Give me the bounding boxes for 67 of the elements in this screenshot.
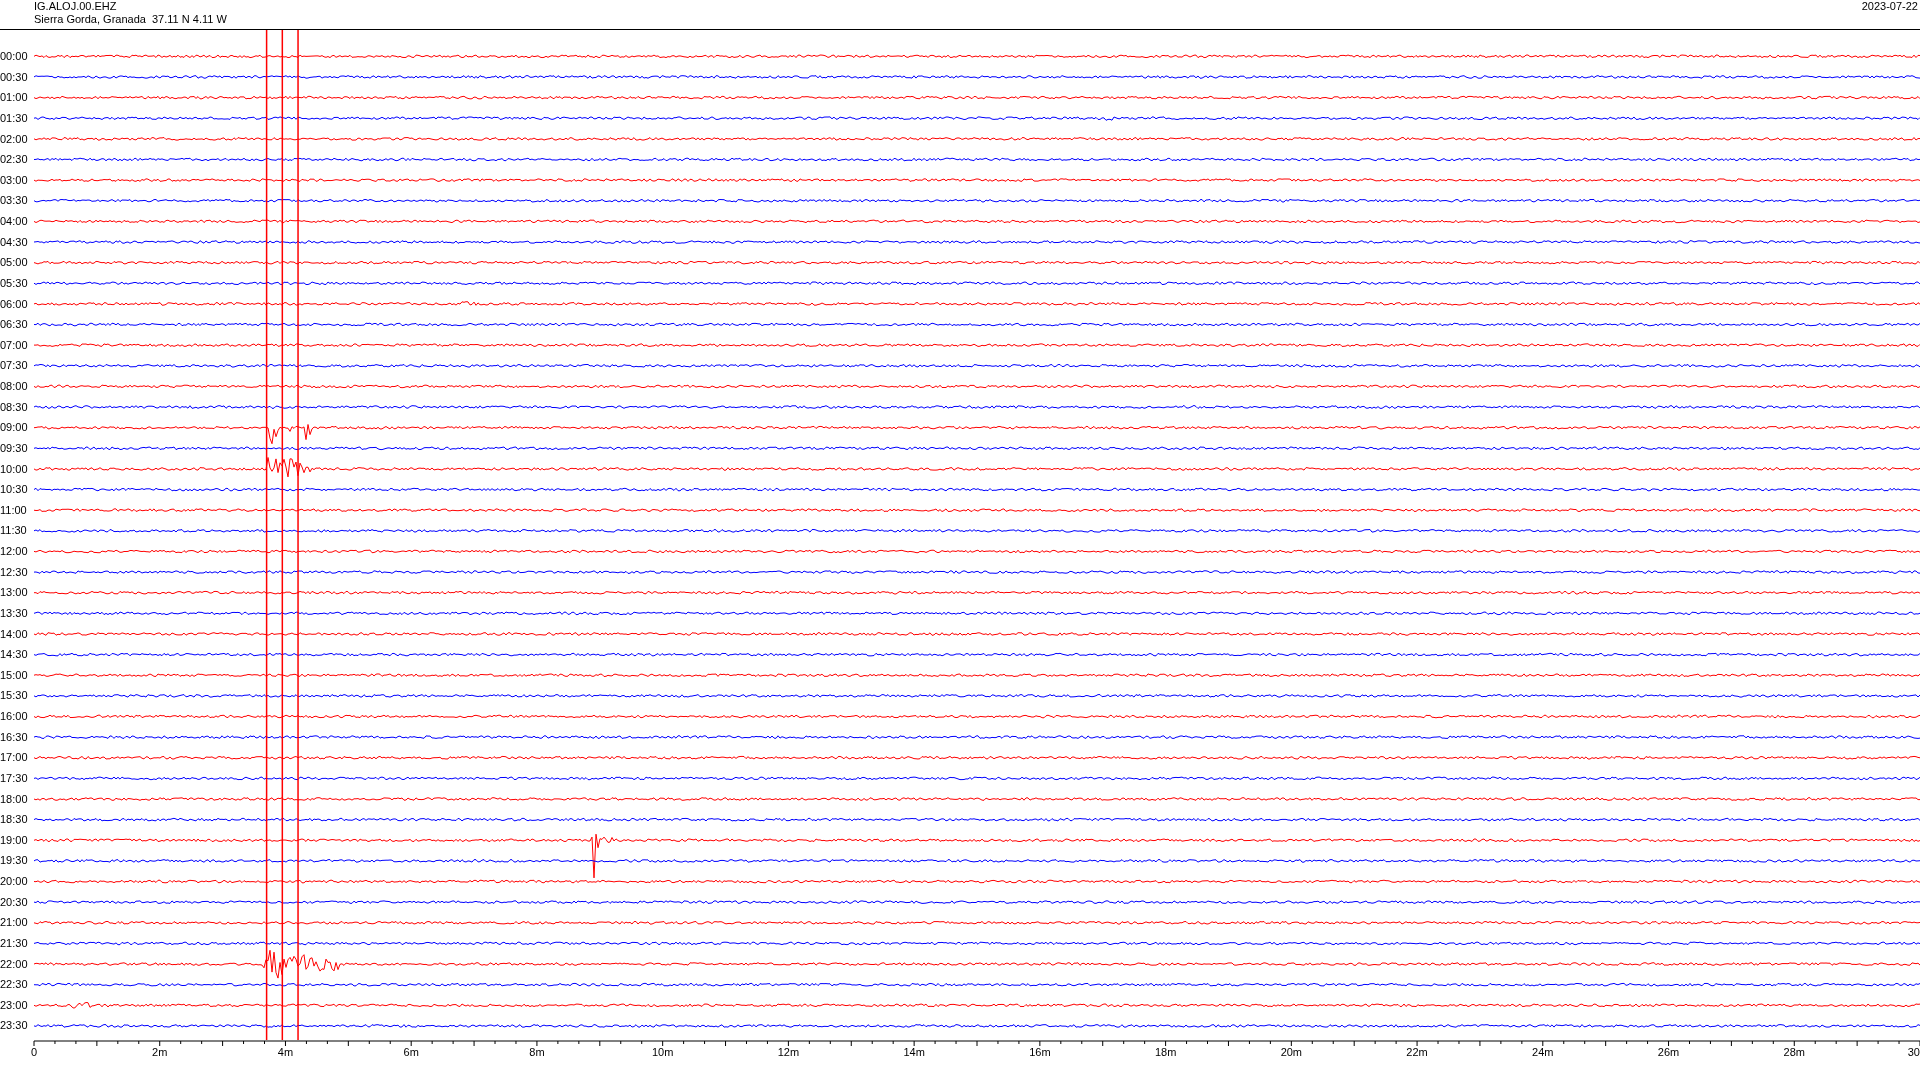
axis-tick-label: 20m: [1280, 1046, 1303, 1058]
plot-date: 2023-07-22: [1861, 0, 1918, 12]
time-label: 22:30: [0, 977, 29, 993]
time-label: 14:30: [0, 647, 29, 663]
time-label: 17:30: [0, 770, 29, 786]
axis-tick-label: 28m: [1783, 1046, 1805, 1058]
time-label: 09:00: [0, 420, 29, 436]
time-label: 08:30: [0, 399, 29, 415]
time-label: 21:30: [0, 935, 29, 951]
time-label: 20:30: [0, 894, 29, 910]
time-label: 18:00: [0, 791, 29, 807]
time-label: 07:30: [0, 358, 29, 374]
time-label: 01:30: [0, 110, 29, 126]
time-label: 03:00: [0, 172, 29, 188]
axis-tick-label: 8m: [529, 1046, 545, 1058]
time-label: 11:00: [0, 502, 28, 518]
time-label: 11:30: [0, 523, 28, 539]
time-label: 16:30: [0, 729, 29, 745]
axis-tick-label: 18m: [1154, 1046, 1177, 1058]
axis-tick-label: 30: [1907, 1046, 1920, 1058]
time-label: 01:00: [0, 90, 29, 106]
time-label: 15:00: [0, 667, 29, 683]
axis-tick-label: 12m: [777, 1046, 800, 1058]
time-label: 06:00: [0, 296, 29, 312]
time-label: 03:30: [0, 193, 29, 209]
axis-tick-label: 0: [31, 1046, 38, 1058]
time-label: 02:30: [0, 152, 29, 168]
time-label: 23:00: [0, 997, 29, 1013]
axis-tick-label: 14m: [903, 1046, 925, 1058]
time-label: 21:00: [0, 915, 29, 931]
axis-tick-label: 24m: [1532, 1046, 1554, 1058]
time-label: 23:30: [0, 1018, 29, 1034]
time-label: 13:30: [0, 605, 29, 621]
time-label: 22:00: [0, 956, 29, 972]
time-label: 04:00: [0, 214, 29, 229]
station-location: Sierra Gorda, Granada 37.11 N 4.11 W: [34, 12, 227, 25]
axis-tick-label: 6m: [403, 1046, 419, 1058]
time-label: 12:00: [0, 544, 29, 559]
time-label: 19:30: [0, 853, 29, 869]
time-label: 18:30: [0, 812, 29, 828]
time-label: 02:00: [0, 131, 29, 147]
time-label: 07:00: [0, 337, 29, 353]
time-label: 19:00: [0, 832, 29, 848]
axis-tick-label: 10m: [651, 1046, 674, 1058]
time-label: 10:30: [0, 482, 29, 498]
station-code: IG.ALOJ.00.EHZ: [34, 0, 118, 13]
axis-tick-label: 2m: [152, 1046, 168, 1058]
time-label: 06:30: [0, 317, 29, 333]
time-label: 09:30: [0, 440, 29, 456]
time-label: 10:00: [0, 461, 29, 477]
time-label: 05:00: [0, 255, 29, 271]
time-label: 20:00: [0, 874, 29, 889]
axis-tick-label: 4m: [277, 1046, 294, 1058]
time-label: 13:00: [0, 585, 29, 601]
axis-tick-label: 22m: [1406, 1046, 1428, 1058]
time-label: 04:30: [0, 234, 29, 250]
time-label: 12:30: [0, 564, 29, 580]
time-label: 00:30: [0, 69, 29, 85]
time-label: 05:30: [0, 275, 29, 291]
time-label: 00:00: [0, 49, 29, 64]
time-label: 16:00: [0, 709, 29, 724]
axis-tick-label: 16m: [1029, 1046, 1051, 1058]
time-label: 17:00: [0, 750, 29, 766]
time-label: 15:30: [0, 688, 29, 704]
time-label: 08:00: [0, 379, 29, 394]
time-label: 14:00: [0, 626, 29, 642]
axis-tick-label: 26m: [1657, 1046, 1680, 1058]
